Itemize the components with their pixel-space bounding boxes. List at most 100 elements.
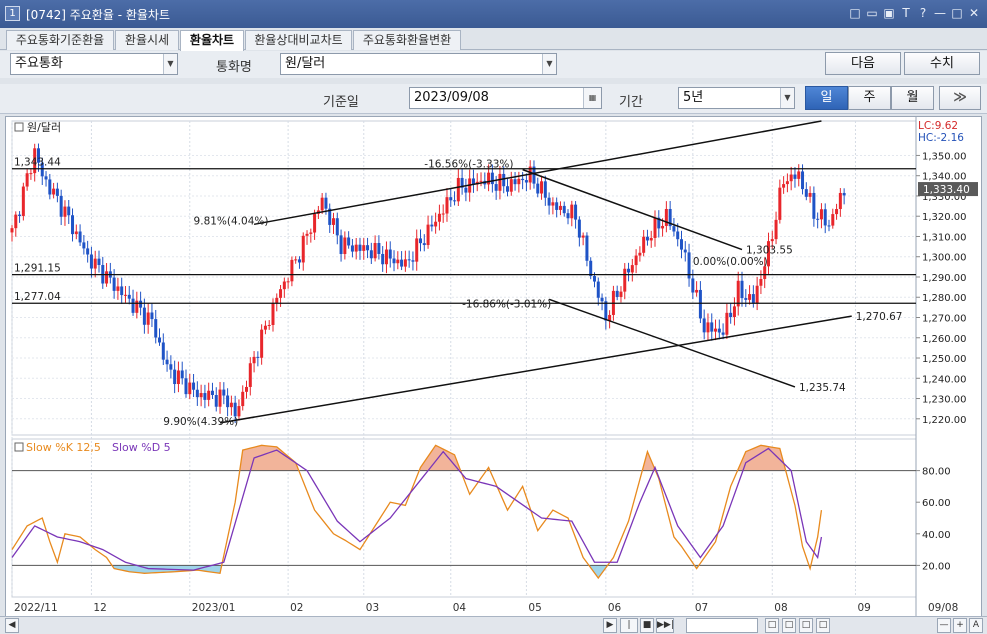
auto-icon[interactable]: A — [969, 618, 983, 633]
candle-body — [441, 213, 445, 215]
maximize-icon[interactable]: □ — [950, 5, 964, 21]
candle-body — [14, 214, 18, 229]
candle-body — [366, 245, 370, 251]
candle-body — [517, 178, 521, 185]
candle-body — [59, 195, 63, 217]
font-icon[interactable]: T — [899, 5, 913, 21]
candle-body — [203, 393, 207, 400]
candle-body — [770, 239, 774, 242]
fast-forward-icon[interactable]: ▶▶| — [656, 618, 674, 633]
candle-body — [305, 233, 309, 236]
candle-body — [695, 289, 699, 293]
tab-major-currency-rates[interactable]: 주요통화기준환율 — [6, 30, 114, 50]
chart-area[interactable]: 2022/11 12 2023/01 02 03 04 05 06 07 08 09 09/08 1,3… — [5, 116, 983, 619]
candle-body — [434, 221, 438, 227]
candle-body — [543, 181, 547, 198]
candle-body — [653, 217, 657, 238]
trend-label: 1,235.74 — [799, 382, 846, 394]
candle-body — [184, 378, 188, 395]
price-legend-box — [14, 122, 24, 132]
candle-body — [218, 389, 222, 407]
candle-body — [789, 174, 793, 182]
candle-body — [464, 187, 468, 193]
settings-icon[interactable]: □ — [799, 618, 813, 633]
candle-body — [286, 281, 290, 283]
tab-relative-chart[interactable]: 환율상대비교차트 — [245, 30, 352, 50]
scroll-left-icon[interactable]: ◀ — [5, 618, 19, 633]
trend-annotation: -16.56%(-3.33%) — [424, 159, 513, 171]
price-chart-title: 원/달러 — [27, 121, 61, 134]
candle-body — [456, 177, 460, 202]
zoom-out-icon[interactable]: — — [937, 618, 951, 633]
layout-icon[interactable]: □ — [848, 5, 862, 21]
help-icon[interactable]: ? — [916, 5, 930, 21]
candle-body — [396, 259, 400, 264]
candle-body — [710, 322, 714, 332]
currency-label: 통화명 — [216, 60, 252, 75]
zoom-slider[interactable] — [686, 618, 758, 633]
expand-more-button[interactable]: ≫ — [939, 86, 981, 110]
candle-body — [86, 248, 90, 255]
print-icon[interactable]: □ — [816, 618, 830, 633]
stoch-tick-label: 20.00 — [922, 561, 951, 572]
scroll-right-icon[interactable]: ▶ — [603, 618, 617, 633]
candle-body — [407, 259, 411, 261]
candle-body — [279, 289, 283, 298]
stop-icon[interactable]: ■ — [640, 618, 654, 633]
tab-rate-quotes[interactable]: 환율시세 — [115, 30, 179, 50]
currency-group-select[interactable]: 주요통화 ▼ — [10, 53, 178, 75]
tab-rate-chart[interactable]: 환율차트 — [180, 30, 244, 51]
period-select[interactable]: 5년 ▼ — [678, 87, 795, 109]
unit-day-button[interactable]: 일 — [805, 86, 848, 110]
candle-body — [524, 180, 528, 183]
trend-label: 1,303.55 — [746, 245, 793, 257]
rewind-icon[interactable]: |◀◀ — [620, 618, 638, 634]
candle-body — [120, 286, 124, 296]
chevron-down-icon[interactable]: ▼ — [780, 88, 794, 108]
indicator-icon[interactable]: □ — [782, 618, 796, 633]
candle-body — [592, 276, 596, 282]
screen-icon[interactable]: ▣ — [882, 5, 896, 21]
candle-body — [384, 249, 388, 265]
candle-body — [740, 280, 744, 299]
trend-annotation: -16.86%(-3.01%) — [462, 298, 551, 310]
unit-week-button[interactable]: 주 — [848, 86, 891, 110]
candle-body — [362, 245, 366, 251]
candle-body — [373, 242, 377, 259]
currency-select[interactable]: 원/달러 ▼ — [280, 53, 557, 75]
link-icon[interactable]: ▭ — [865, 5, 879, 21]
stoch-legend-box — [14, 442, 24, 452]
currency-group-value: 주요통화 — [15, 56, 63, 71]
candle-body — [392, 258, 396, 264]
candle-body — [267, 324, 271, 326]
candle-body — [691, 278, 695, 293]
candle-body — [577, 219, 581, 238]
candle-body — [585, 235, 589, 261]
candle-body — [600, 297, 604, 302]
candle-body — [199, 393, 203, 398]
candle-body — [574, 204, 578, 220]
tab-rate-converter[interactable]: 주요통화환율변환 — [353, 30, 461, 50]
chevron-down-icon[interactable]: ▼ — [163, 54, 177, 74]
zoom-in-icon[interactable]: + — [953, 618, 967, 633]
next-button[interactable]: 다음 — [825, 52, 901, 75]
values-button[interactable]: 수치 — [904, 52, 980, 75]
lc-label: LC:9.62 — [918, 120, 958, 132]
chevron-down-icon[interactable]: ▼ — [542, 54, 556, 74]
candle-body — [627, 268, 631, 273]
chart-type-icon[interactable]: □ — [765, 618, 779, 633]
candle-body — [842, 192, 846, 196]
calendar-icon[interactable]: ▦ — [583, 88, 601, 108]
stoch-tick-label: 80.00 — [922, 467, 951, 478]
unit-month-button[interactable]: 월 — [891, 86, 934, 110]
candle-body — [169, 364, 173, 370]
chart-svg[interactable]: 2022/11 12 2023/01 02 03 04 05 06 07 08 09 09/08 1,3… — [6, 117, 983, 619]
candle-body — [161, 342, 165, 360]
candle-body — [797, 171, 801, 179]
close-icon[interactable]: ✕ — [967, 5, 981, 21]
minimize-icon[interactable]: — — [933, 5, 947, 21]
base-date-input[interactable]: 2023/09/08 ▦ — [409, 87, 602, 109]
candle-body — [135, 300, 139, 313]
candle-body — [422, 243, 426, 246]
candle-body — [551, 202, 555, 206]
